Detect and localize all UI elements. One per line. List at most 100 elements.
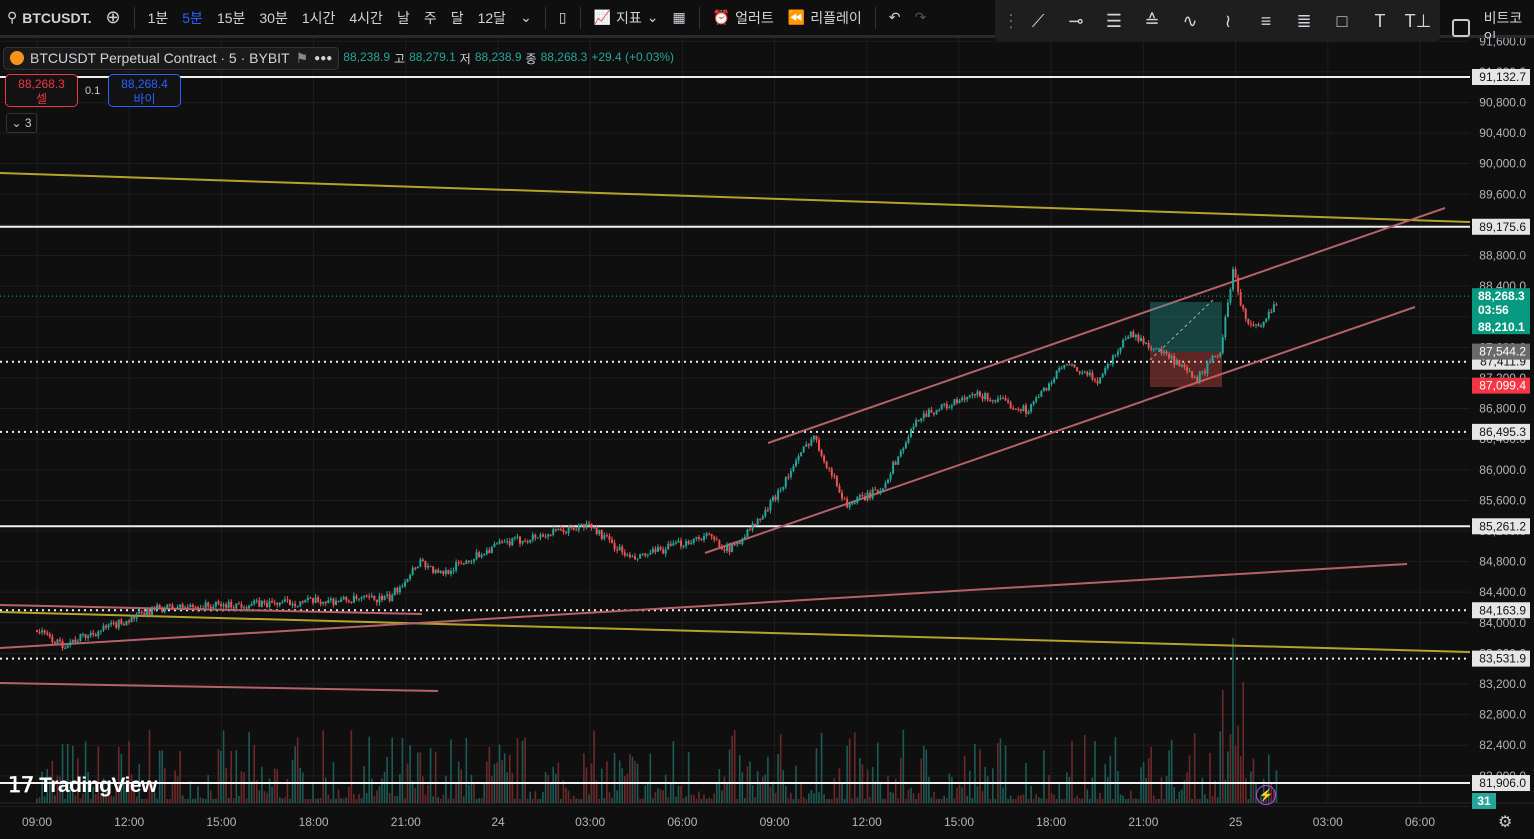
interval-30분[interactable]: 30분	[252, 8, 294, 28]
candle-body	[314, 597, 317, 603]
candle-body	[994, 400, 997, 402]
candle-body	[738, 542, 741, 545]
volume-bar	[388, 793, 391, 803]
volume-bar	[161, 750, 164, 803]
volume-bar	[981, 791, 984, 803]
layouts-button[interactable]: ▦	[665, 9, 692, 26]
candle-body	[815, 435, 818, 440]
grid-icon: ▦	[672, 9, 686, 25]
drag-handle[interactable]: ⋮	[1002, 2, 1020, 40]
candle-body	[299, 601, 302, 606]
candle-body	[539, 534, 542, 538]
alert-button[interactable]: ⏰ 얼러트	[706, 8, 781, 28]
candle-body	[1155, 348, 1158, 350]
candle-body	[1226, 302, 1229, 317]
interval-12달[interactable]: 12달	[471, 8, 513, 28]
redo-button[interactable]: ↷	[907, 9, 933, 26]
compare-button[interactable]: ⊕	[99, 7, 128, 28]
interval-dropdown[interactable]: ⌄	[513, 9, 539, 26]
symbol-title[interactable]: BTCUSDT Perpetual Contract · 5 · BYBIT ⚑ ●…	[3, 46, 340, 70]
trendline-tool[interactable]: ⟋	[1019, 2, 1057, 40]
lightning-icon[interactable]: ⚡	[1256, 785, 1276, 805]
candle-body	[871, 489, 874, 499]
horizontal-ray-tool[interactable]: ⊸	[1057, 2, 1095, 40]
interval-5분[interactable]: 5분	[175, 8, 210, 28]
volume-bar	[652, 798, 654, 803]
candle-body	[350, 601, 353, 603]
settings-icon[interactable]: ⚙	[1498, 812, 1512, 832]
interval-15분[interactable]: 15분	[210, 8, 252, 28]
volume-bar	[473, 784, 475, 803]
volume-bar	[432, 796, 434, 803]
volume-bar	[271, 786, 273, 803]
parallel-channel-tool[interactable]: ☰	[1095, 2, 1133, 40]
symbol-search[interactable]: ⚲ BTCUSDT.	[0, 9, 99, 26]
candle-body	[1042, 387, 1045, 392]
fib-retracement-tool[interactable]: ≡	[1247, 2, 1285, 40]
volume-bar	[1055, 799, 1058, 803]
volume-bar	[815, 748, 818, 803]
pattern-tool[interactable]: ∿	[1171, 2, 1209, 40]
chart-type-button[interactable]: ▯	[552, 9, 574, 26]
interval-주[interactable]: 주	[417, 8, 444, 28]
order-quantity[interactable]: 0.1	[85, 85, 100, 97]
text-tool[interactable]: T	[1361, 2, 1399, 40]
candle-body	[324, 601, 327, 604]
volume-bar	[534, 791, 537, 803]
stop-price-label: 87,099.4	[1472, 377, 1530, 394]
volume-bar	[846, 746, 848, 803]
volume-bar	[1132, 798, 1135, 803]
candle-body	[945, 403, 948, 409]
candle-body	[807, 444, 810, 446]
candle-body	[1035, 397, 1038, 402]
candle-body	[174, 608, 176, 610]
volume-bar	[1040, 798, 1043, 803]
volume-bar	[759, 782, 762, 803]
sell-button[interactable]: 88,268.3 셀	[5, 74, 78, 107]
volume-bar	[508, 754, 511, 803]
undo-button[interactable]: ↶	[882, 9, 908, 26]
abcd-tool[interactable]: ≀	[1209, 2, 1247, 40]
candle-body	[388, 594, 391, 601]
candle-body	[345, 596, 348, 601]
volume-bar	[1239, 756, 1242, 803]
volume-bar	[184, 798, 187, 803]
candle-body	[490, 546, 493, 554]
volume-bar	[1007, 798, 1009, 803]
candle-body	[217, 601, 220, 605]
candle-body	[577, 525, 580, 531]
candle-body	[1262, 321, 1265, 327]
indicators-collapse-button[interactable]: ⌄ 3	[6, 113, 37, 133]
plus-circle-icon: ⊕	[105, 7, 121, 27]
interval-1분[interactable]: 1분	[141, 8, 176, 28]
rectangle-tool[interactable]: □	[1323, 2, 1361, 40]
replay-button[interactable]: ⏪ 리플레이	[781, 8, 869, 28]
candle-body	[731, 544, 734, 553]
candle-body	[1219, 353, 1222, 357]
candle-body	[1030, 404, 1033, 412]
pitchfork-tool[interactable]: ≣	[1285, 2, 1323, 40]
interval-4시간[interactable]: 4시간	[342, 8, 390, 28]
candle-body	[439, 571, 442, 573]
candle-body	[626, 554, 629, 556]
candle-body	[56, 639, 59, 644]
candle-body	[360, 597, 363, 599]
indicators-button[interactable]: 📈 지표 ⌄	[587, 8, 666, 28]
price-tick-label: 86,800.0	[1479, 402, 1526, 416]
candle-body	[1175, 360, 1178, 365]
interval-1시간[interactable]: 1시간	[295, 8, 343, 28]
volume-bar	[1232, 637, 1234, 803]
volume-bar	[1037, 797, 1040, 803]
last-price-text: 03:56	[1478, 303, 1509, 317]
price-chart[interactable]: 91,600.091,200.090,800.090,400.090,000.0…	[0, 38, 1534, 839]
volume-bar	[984, 766, 986, 803]
interval-달[interactable]: 달	[444, 8, 471, 28]
candle-body	[1025, 405, 1027, 414]
volume-bar	[910, 787, 912, 803]
time-tick-label: 06:00	[667, 815, 697, 829]
volume-bar	[1242, 682, 1245, 803]
interval-날[interactable]: 날	[390, 8, 417, 28]
buy-button[interactable]: 88,268.4 바이	[108, 74, 181, 107]
fib-fan-tool[interactable]: ≙	[1133, 2, 1171, 40]
anchored-text-tool[interactable]: T⊥	[1399, 2, 1437, 40]
